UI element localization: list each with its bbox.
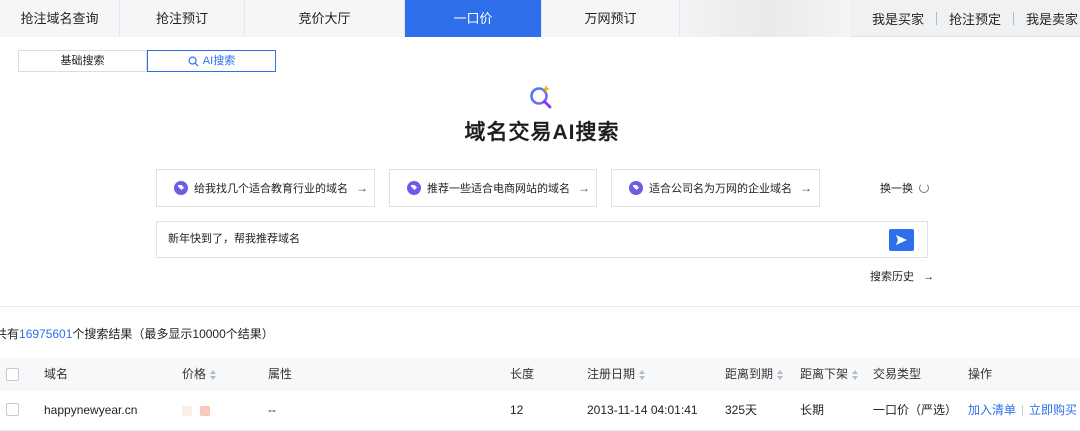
ai-sparkle-search-icon [530, 85, 552, 109]
suggestion-ecommerce[interactable]: 推荐一些适合电商网站的域名 → [389, 169, 597, 207]
tab-auction-hall[interactable]: 竞价大厅 [245, 0, 405, 37]
col-trade-type: 交易类型 [873, 367, 922, 381]
tab-wanwang-booking[interactable]: 万网预订 [542, 0, 680, 37]
row-checkbox[interactable] [6, 403, 19, 416]
attribute-value: -- [268, 403, 276, 417]
blurred-price [200, 405, 210, 416]
nav-background-shade [680, 0, 850, 37]
result-count: 共有16975601个搜索结果（最多显示10000个结果） [0, 325, 274, 342]
shuffle-button[interactable]: 换一换 [880, 180, 929, 196]
reg-date-value: 2013-11-14 04:01:41 [587, 403, 698, 417]
send-icon [896, 235, 907, 245]
suggestion-education[interactable]: 给我找几个适合教育行业的域名 → [156, 169, 375, 207]
suggestion-text: 推荐一些适合电商网站的域名 [427, 183, 570, 195]
row-actions: 加入清单 立即购买 [968, 391, 1077, 429]
table-header: 域名 价格 属性 长度 注册日期 距离到期 距离下架 交易类型 操作 [0, 358, 1080, 391]
top-nav: 抢注域名查询 抢注预订 竞价大厅 一口价 万网预订 我是买家 抢注预定 我是卖家 [0, 0, 1080, 37]
arrow-right-icon: → [578, 181, 590, 195]
refresh-icon [919, 183, 929, 193]
sort-icon [639, 369, 646, 380]
domain-name[interactable]: happynewyear.cn [44, 391, 137, 429]
col-expire[interactable]: 距离到期 [725, 358, 784, 391]
sort-icon [777, 369, 784, 380]
count-prefix: 共有 [0, 327, 20, 341]
trade-type-value: 一口价（严选） [873, 403, 958, 417]
search-history-link[interactable]: 搜索历史 → [870, 268, 934, 284]
ai-query-input[interactable]: 新年快到了，帮我推荐域名 [156, 221, 928, 258]
delist-value: 长期 [800, 403, 825, 417]
blurred-price [182, 405, 192, 416]
arrow-right-icon: → [356, 181, 368, 195]
count-suffix: 个搜索结果（最多显示10000个结果） [72, 327, 274, 341]
link-seller[interactable]: 我是卖家 [1014, 9, 1080, 28]
arrow-right-icon: → [800, 181, 812, 195]
section-divider [0, 306, 1080, 307]
suggestion-enterprise[interactable]: 适合公司名为万网的企业域名 → [611, 169, 820, 207]
ai-search-label: AI搜索 [202, 55, 236, 67]
expire-value: 325天 [725, 403, 758, 417]
action-divider [1022, 405, 1024, 417]
history-label: 搜索历史 [870, 271, 914, 283]
col-domain: 域名 [44, 367, 69, 381]
col-reg-date[interactable]: 注册日期 [587, 358, 646, 391]
basic-search-toggle[interactable]: 基础搜索 [18, 50, 147, 72]
send-button[interactable] [889, 229, 914, 251]
buy-now-link[interactable]: 立即购买 [1029, 403, 1077, 417]
col-actions: 操作 [968, 367, 993, 381]
tag-icon [629, 181, 643, 195]
ai-search-toggle[interactable]: AI搜索 [147, 50, 276, 72]
price-value [182, 391, 218, 429]
col-reg-date-label: 注册日期 [587, 367, 636, 381]
nav-right-links: 我是买家 抢注预定 我是卖家 [860, 0, 1080, 37]
count-number: 16975601 [19, 327, 73, 341]
col-expire-label: 距离到期 [725, 367, 774, 381]
select-all-checkbox[interactable] [6, 368, 19, 381]
query-text[interactable]: 新年快到了，帮我推荐域名 [168, 222, 300, 257]
col-attribute: 属性 [268, 367, 293, 381]
col-price-label: 价格 [182, 367, 207, 381]
col-price[interactable]: 价格 [182, 358, 217, 391]
link-snap-reserve[interactable]: 抢注预定 [937, 9, 1013, 28]
search-icon [188, 56, 199, 67]
tag-icon [407, 181, 421, 195]
nav-tabs: 抢注域名查询 抢注预订 竞价大厅 一口价 万网预订 [0, 0, 680, 37]
add-to-list-link[interactable]: 加入清单 [968, 403, 1016, 417]
arrow-right-icon: → [923, 271, 935, 283]
sort-icon [210, 369, 217, 380]
length-value: 12 [510, 403, 524, 417]
sort-icon [852, 369, 859, 380]
tab-snap-booking[interactable]: 抢注预订 [120, 0, 245, 37]
col-length: 长度 [510, 367, 535, 381]
suggestion-text: 给我找几个适合教育行业的域名 [194, 183, 348, 195]
tag-icon [174, 181, 188, 195]
col-delist[interactable]: 距离下架 [800, 358, 859, 391]
table-row: happynewyear.cn -- 12 2013-11-14 04:01:4… [0, 391, 1080, 431]
page-title: 域名交易AI搜索 [464, 121, 620, 144]
tab-snap-query[interactable]: 抢注域名查询 [0, 0, 120, 37]
suggestion-text: 适合公司名为万网的企业域名 [649, 183, 792, 195]
tab-fixed-price[interactable]: 一口价 [405, 0, 542, 37]
shuffle-label: 换一换 [880, 183, 913, 195]
link-buyer[interactable]: 我是买家 [860, 9, 936, 28]
col-delist-label: 距离下架 [800, 367, 849, 381]
